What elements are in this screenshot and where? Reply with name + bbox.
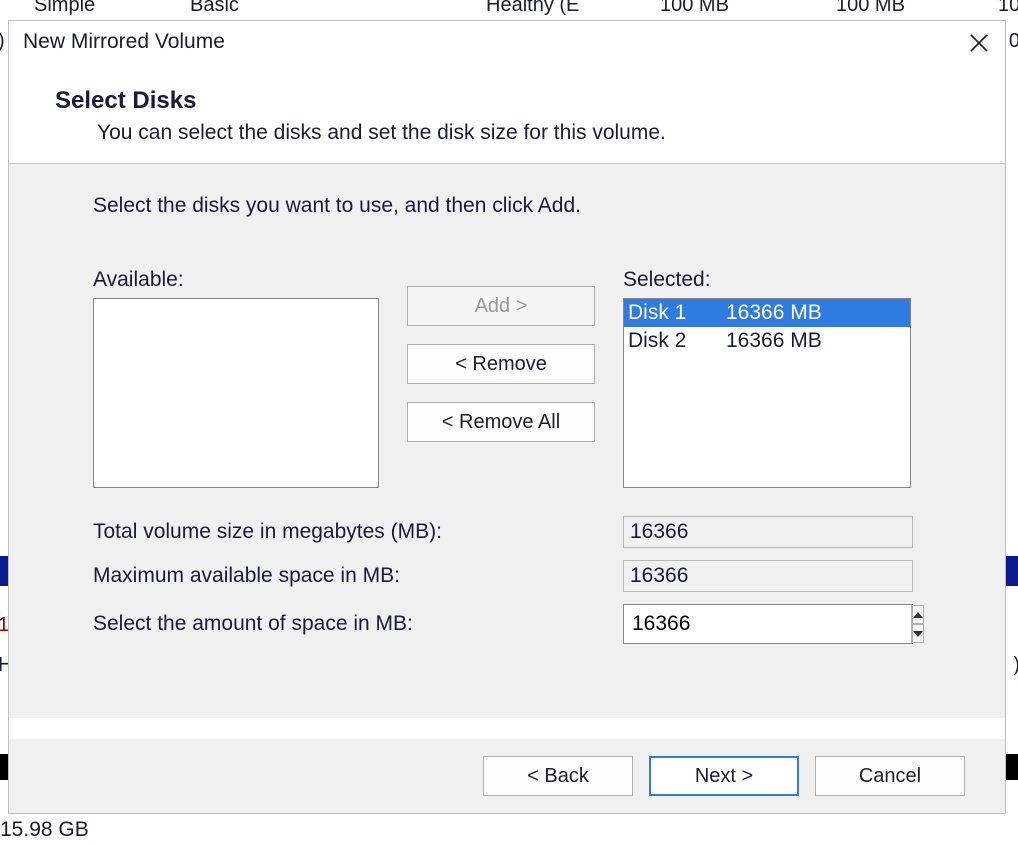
wizard-footer: < Back Next > Cancel — [9, 739, 1005, 813]
add-button[interactable]: Add > — [407, 286, 595, 326]
available-column: Available: — [93, 268, 379, 488]
background-bottom-size: 15.98 GB — [0, 818, 89, 842]
wizard-header: Select Disks You can select the disks an… — [9, 63, 1005, 164]
transfer-buttons: Add > < Remove < Remove All — [407, 286, 595, 442]
selected-label: Selected: — [623, 268, 911, 292]
wizard-heading: Select Disks — [55, 87, 965, 115]
selected-listbox[interactable]: Disk 116366 MBDisk 216366 MB — [623, 298, 911, 488]
cancel-button[interactable]: Cancel — [815, 756, 965, 796]
selected-column: Selected: Disk 116366 MBDisk 216366 MB — [623, 268, 911, 488]
total-size-row: Total volume size in megabytes (MB): 163… — [93, 516, 927, 548]
new-mirrored-volume-dialog: New Mirrored Volume Select Disks You can… — [8, 20, 1006, 814]
close-icon — [969, 33, 989, 53]
bg-col-size2: 100 MB — [836, 0, 905, 17]
available-listbox[interactable] — [93, 298, 379, 488]
spin-buttons — [911, 605, 924, 643]
chevron-down-icon — [913, 631, 923, 637]
background-header: Simple Basic Healthy (E 100 MB 100 MB 10 — [0, 0, 1018, 22]
amount-row: Select the amount of space in MB: — [93, 604, 927, 644]
bg-right-0: 0 — [1009, 30, 1018, 53]
total-size-value: 16366 — [623, 516, 913, 548]
titlebar: New Mirrored Volume — [9, 21, 1005, 63]
max-space-value: 16366 — [623, 560, 913, 592]
dialog-title: New Mirrored Volume — [23, 30, 225, 54]
chevron-up-icon — [913, 612, 923, 618]
wizard-body: Select the disks you want to use, and th… — [9, 164, 1005, 718]
spin-down-button[interactable] — [912, 624, 924, 643]
max-space-label: Maximum available space in MB: — [93, 564, 623, 588]
bg-col-simple: Simple — [34, 0, 95, 17]
list-item[interactable]: Disk 216366 MB — [624, 327, 910, 355]
disk-picker: Available: Add > < Remove < Remove All S… — [93, 268, 927, 488]
spin-up-button[interactable] — [912, 605, 924, 624]
remove-button[interactable]: < Remove — [407, 344, 595, 384]
instruction-text: Select the disks you want to use, and th… — [93, 194, 927, 218]
close-button[interactable] — [963, 27, 995, 59]
wizard-subheading: You can select the disks and set the dis… — [55, 121, 965, 145]
remove-all-button[interactable]: < Remove All — [407, 402, 595, 442]
amount-label: Select the amount of space in MB: — [93, 612, 623, 636]
bg-col-healthy: Healthy (E — [486, 0, 579, 17]
list-item[interactable]: Disk 116366 MB — [624, 299, 910, 327]
amount-spinner[interactable] — [623, 604, 913, 644]
back-button[interactable]: < Back — [483, 756, 633, 796]
amount-input[interactable] — [624, 605, 911, 643]
max-space-row: Maximum available space in MB: 16366 — [93, 560, 927, 592]
bg-col-size3: 10 — [998, 0, 1018, 17]
bg-right-paren: ) — [1013, 654, 1018, 677]
total-size-label: Total volume size in megabytes (MB): — [93, 520, 623, 544]
available-label: Available: — [93, 268, 379, 292]
bg-col-basic: Basic — [190, 0, 239, 17]
bg-left-paren: ) — [0, 30, 5, 53]
next-button[interactable]: Next > — [649, 756, 799, 796]
size-fields: Total volume size in megabytes (MB): 163… — [93, 516, 927, 644]
bg-col-size1: 100 MB — [660, 0, 729, 17]
